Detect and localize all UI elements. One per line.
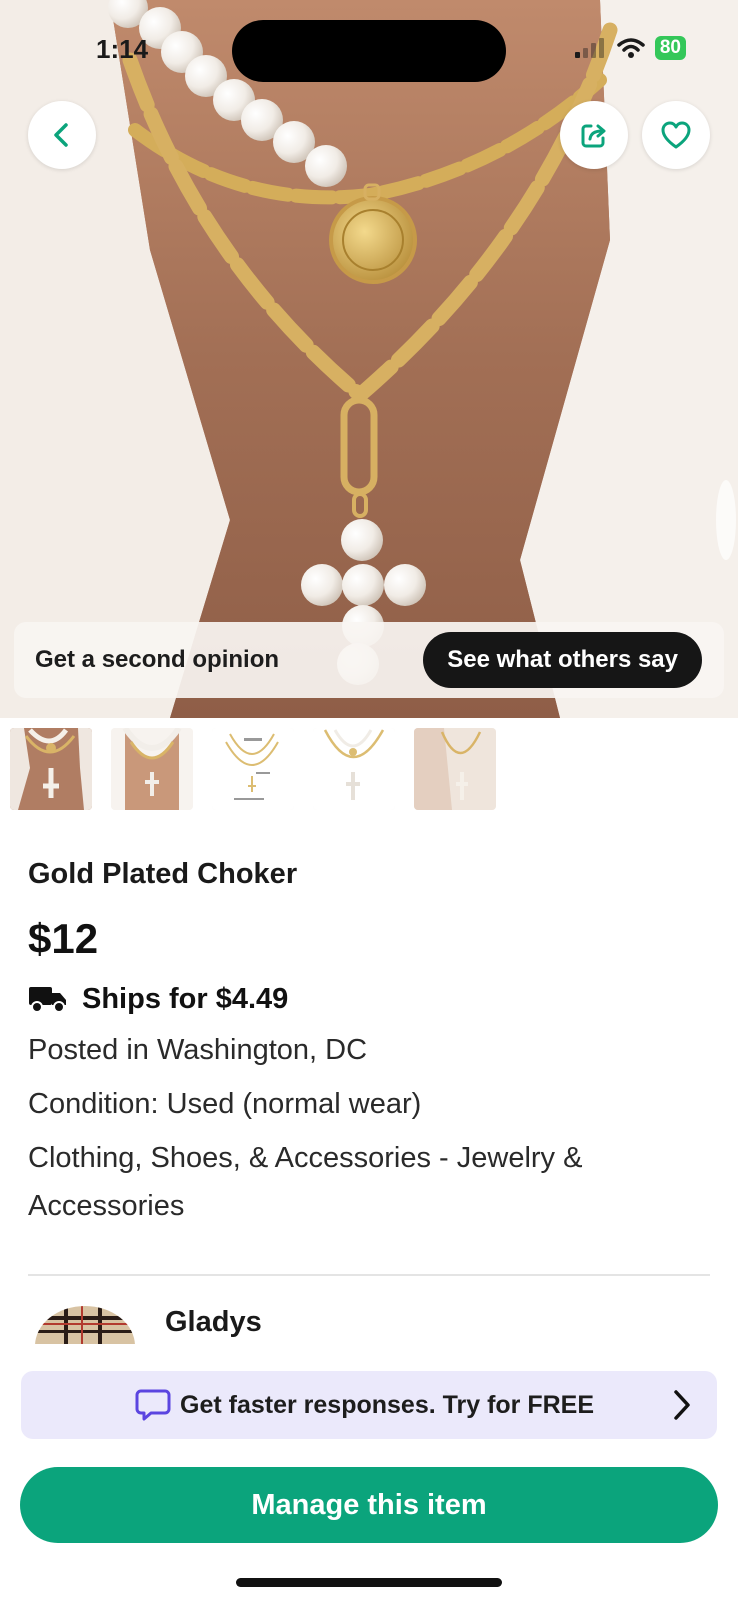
dynamic-island bbox=[232, 20, 506, 82]
heart-icon bbox=[661, 121, 691, 149]
condition: Condition: Used (normal wear) bbox=[28, 1088, 422, 1120]
chevron-right-icon bbox=[674, 1390, 690, 1420]
product-photo[interactable]: 1:14 80 Get a second opinion See what ot… bbox=[0, 0, 738, 718]
thumbnail-image bbox=[414, 728, 496, 810]
share-icon bbox=[581, 124, 606, 148]
status-indicators: 80 bbox=[574, 36, 686, 60]
seller-name[interactable]: Gladys bbox=[165, 1306, 262, 1339]
battery-level: 80 bbox=[654, 36, 686, 60]
shipping-row: Ships for $4.49 bbox=[28, 980, 710, 1018]
thumbnail-image bbox=[10, 728, 92, 810]
divider bbox=[28, 1274, 710, 1276]
faster-responses-promo[interactable]: Get faster responses. Try for FREE bbox=[21, 1371, 717, 1439]
avatar[interactable] bbox=[34, 1302, 136, 1344]
status-time: 1:14 bbox=[96, 34, 149, 64]
category-line-1: Clothing, Shoes, & Accessories - Jewelry… bbox=[28, 1142, 583, 1174]
product-price: $12 bbox=[28, 915, 99, 962]
thumbnail-1[interactable] bbox=[10, 728, 92, 810]
shipping-text: Ships for $4.49 bbox=[82, 982, 289, 1015]
thumbnail-image bbox=[313, 728, 395, 810]
product-details: Gold Plated Choker $12 Ships for $4.49 P… bbox=[28, 852, 710, 1230]
truck-icon bbox=[29, 987, 66, 1013]
promo-text: Get faster responses. Try for FREE bbox=[180, 1391, 595, 1419]
second-opinion-banner: Get a second opinion See what others say bbox=[14, 622, 724, 698]
necklace-photo bbox=[0, 0, 738, 718]
back-arrow-icon bbox=[54, 123, 68, 147]
favorite-button[interactable] bbox=[642, 101, 710, 169]
posted-location: Posted in Washington, DC bbox=[28, 1034, 368, 1066]
status-bar: 1:14 80 bbox=[0, 0, 738, 90]
back-button[interactable] bbox=[28, 101, 96, 169]
chat-bubble-icon bbox=[135, 1389, 171, 1421]
wifi-icon bbox=[617, 38, 645, 58]
avatar-image bbox=[35, 1306, 135, 1344]
thumbnail-4[interactable] bbox=[313, 728, 395, 810]
second-opinion-text: Get a second opinion bbox=[35, 646, 280, 673]
home-indicator[interactable] bbox=[236, 1578, 502, 1587]
category-line-2: Accessories bbox=[28, 1190, 185, 1222]
product-title: Gold Plated Choker bbox=[28, 858, 298, 890]
thumbnail-image bbox=[111, 728, 193, 810]
thumbnail-5[interactable] bbox=[414, 728, 496, 810]
category[interactable]: Clothing, Shoes, & Accessories - Jewelry… bbox=[28, 1134, 710, 1230]
share-button[interactable] bbox=[560, 101, 628, 169]
seller-row[interactable]: Gladys bbox=[28, 1296, 710, 1344]
thumbnail-strip bbox=[10, 728, 496, 810]
thumbnail-3[interactable] bbox=[212, 728, 294, 810]
signal-icon bbox=[574, 38, 604, 58]
thumbnail-image bbox=[212, 728, 294, 810]
see-what-others-say-button[interactable]: See what others say bbox=[423, 632, 702, 688]
thumbnail-2[interactable] bbox=[111, 728, 193, 810]
manage-item-button[interactable]: Manage this item bbox=[20, 1467, 718, 1543]
